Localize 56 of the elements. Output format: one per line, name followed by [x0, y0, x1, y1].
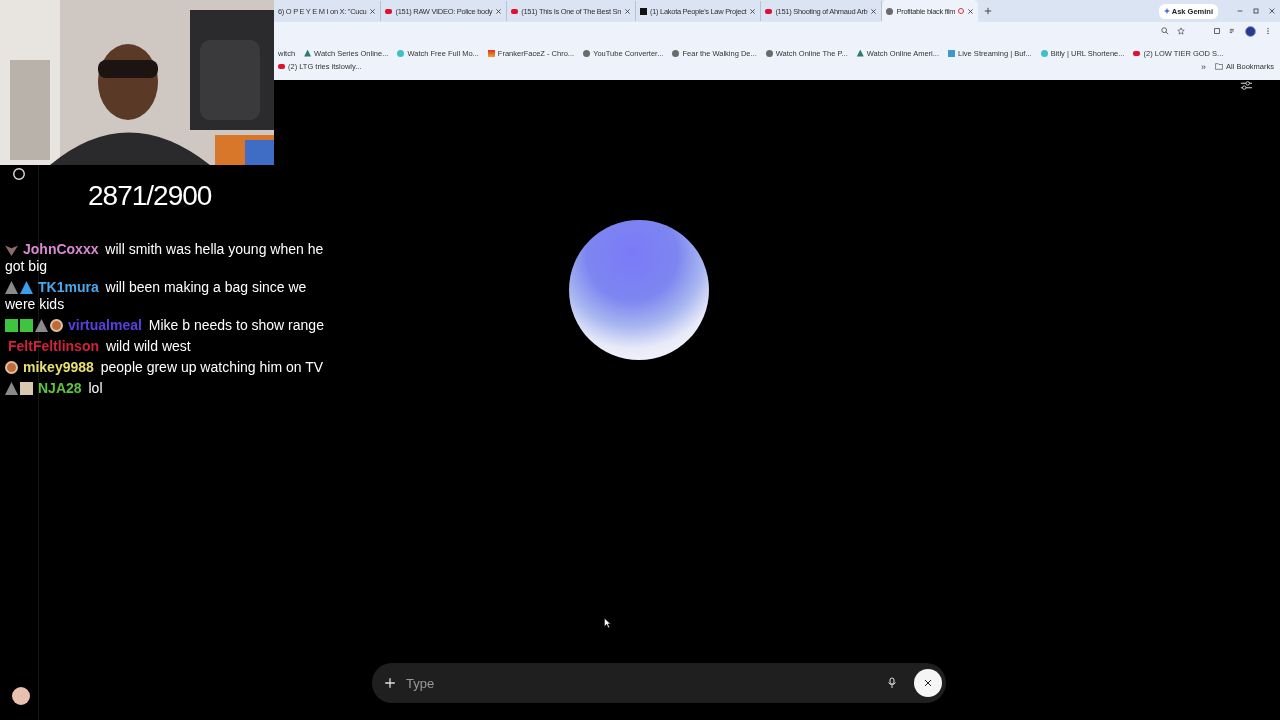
settings-icon[interactable]: [1240, 80, 1252, 91]
close-icon[interactable]: [870, 7, 878, 15]
close-icon[interactable]: [967, 7, 975, 15]
badge-icon: [20, 382, 33, 395]
badge-icon: [5, 361, 18, 374]
close-icon[interactable]: [1268, 7, 1276, 15]
close-icon[interactable]: [495, 7, 503, 15]
new-tab-icon[interactable]: [984, 7, 993, 15]
input-field[interactable]: Type: [406, 674, 876, 692]
close-button[interactable]: [914, 669, 942, 697]
circle-icon: [397, 49, 405, 57]
sparkle-icon: [1163, 8, 1170, 14]
microphone-icon[interactable]: [886, 677, 898, 689]
badge-icon: [50, 319, 63, 332]
star-icon[interactable]: [1177, 27, 1185, 35]
chat-message: NJA28 lol: [5, 380, 335, 397]
youtube-icon: [1133, 50, 1141, 56]
extensions-icon[interactable]: [1213, 27, 1221, 35]
chat-message: FeltFeltlinson wild wild west: [7, 338, 192, 355]
chat-bubble-icon: [12, 167, 26, 181]
chat-message: TK1mura will been making a bag since we were kids: [5, 279, 308, 313]
youtube-icon: [385, 8, 393, 14]
chat-message: virtualmeal Mike b needs to show range: [5, 317, 335, 334]
square-icon: [948, 49, 956, 57]
cursor-icon: [604, 617, 611, 629]
badge-icon: [35, 319, 48, 332]
close-icon[interactable]: [369, 7, 377, 15]
badge-icon: [20, 281, 33, 294]
sub-counter: 2871/2900: [88, 180, 212, 212]
badge-icon: [5, 382, 18, 395]
youtube-icon: [511, 8, 519, 14]
badge-icon: [20, 319, 33, 332]
close-icon: [923, 678, 933, 688]
close-icon[interactable]: [624, 7, 632, 15]
menu-icon[interactable]: [1264, 27, 1272, 35]
globe-icon: [583, 49, 591, 57]
youtube-icon: [278, 64, 285, 69]
globe-icon: [765, 49, 773, 57]
globe-icon: [672, 49, 680, 57]
zoom-icon[interactable]: [1161, 27, 1169, 35]
close-icon[interactable]: [749, 7, 757, 15]
media-icon[interactable]: [1229, 27, 1237, 35]
globe-icon: [886, 7, 894, 15]
badge-icon: [5, 319, 18, 332]
message-composer[interactable]: Type: [372, 663, 946, 703]
restore-icon[interactable]: [1252, 7, 1260, 15]
badge-icon: [5, 281, 18, 294]
circle-icon: [1040, 49, 1048, 57]
youtube-icon: [765, 8, 773, 14]
plus-icon[interactable]: [384, 677, 396, 689]
chat-message: mikey9988 people grew up watching him on TV: [5, 359, 335, 376]
x-logo-icon: [640, 7, 648, 15]
profile-avatar[interactable]: [1245, 25, 1256, 37]
more-bookmarks-button[interactable]: »: [1201, 61, 1207, 72]
folder-icon: [1215, 63, 1224, 70]
user-avatar: [12, 687, 30, 705]
